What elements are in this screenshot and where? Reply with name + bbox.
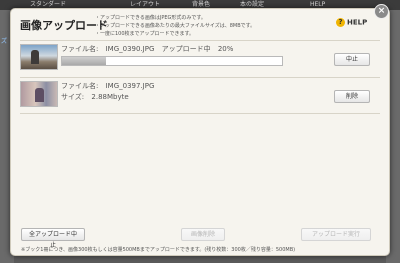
upload-status: アップロード中 — [161, 45, 211, 53]
file-size-label: サイズ: — [61, 93, 85, 101]
question-icon: ? — [336, 18, 345, 27]
upload-progress-fill — [62, 57, 106, 65]
help-label: HELP — [347, 18, 368, 27]
delete-image-button[interactable]: 削除 — [334, 90, 370, 103]
note-line: ・アップロードできる画像はJPEG形式のみです。 — [95, 15, 206, 21]
upload-notes: ・アップロードできる画像はJPEG形式のみです。 ・アップロードできる画像あたり… — [95, 14, 315, 38]
delete-images-button[interactable]: 画像削除 — [181, 228, 225, 241]
image-thumbnail — [20, 44, 58, 70]
bg-left-text: ズ — [1, 38, 8, 45]
upload-item-header: ファイル名: IMG_0390.JPG アップロード中 20% — [61, 44, 233, 54]
file-size-row: サイズ: 2.88Mbyte — [61, 92, 129, 102]
divider — [20, 77, 380, 78]
file-name-label: ファイル名: — [61, 45, 99, 53]
upload-limit-note: ※ブック1冊につき、画像300枚もしくは容量500MBまでアップロードできます。… — [21, 247, 296, 253]
file-name: IMG_0397.JPG — [105, 82, 155, 90]
image-thumbnail — [20, 81, 58, 107]
upload-item-header: ファイル名: IMG_0397.JPG — [61, 81, 154, 91]
upload-item: ファイル名: IMG_0390.JPG アップロード中 20% 中止 — [20, 44, 380, 74]
cancel-upload-button[interactable]: 中止 — [334, 53, 370, 66]
run-upload-button[interactable]: アップロード実行 — [301, 228, 371, 241]
note-line: ・アップロードできる画像あたりの最大ファイルサイズは、8MBです。 — [95, 23, 256, 29]
progress-text: 20% — [217, 45, 234, 53]
file-name: IMG_0390.JPG — [105, 45, 155, 53]
note-line: ・一度に100枚までアップロードできます。 — [95, 31, 195, 37]
image-upload-dialog: 画像アップロード ・アップロードできる画像はJPEG形式のみです。 ・アップロー… — [10, 8, 390, 256]
file-size-value: 2.88Mbyte — [91, 93, 129, 101]
close-dialog-icon[interactable]: × — [374, 4, 389, 19]
upload-item: ファイル名: IMG_0397.JPG サイズ: 2.88Mbyte 削除 — [20, 81, 380, 111]
divider — [20, 40, 380, 41]
help-link[interactable]: ? HELP — [336, 18, 367, 27]
file-name-label: ファイル名: — [61, 82, 99, 90]
cancel-all-uploads-button[interactable]: 全アップロード中止 — [21, 228, 85, 249]
upload-progress-bar — [61, 56, 283, 66]
divider — [20, 113, 380, 114]
